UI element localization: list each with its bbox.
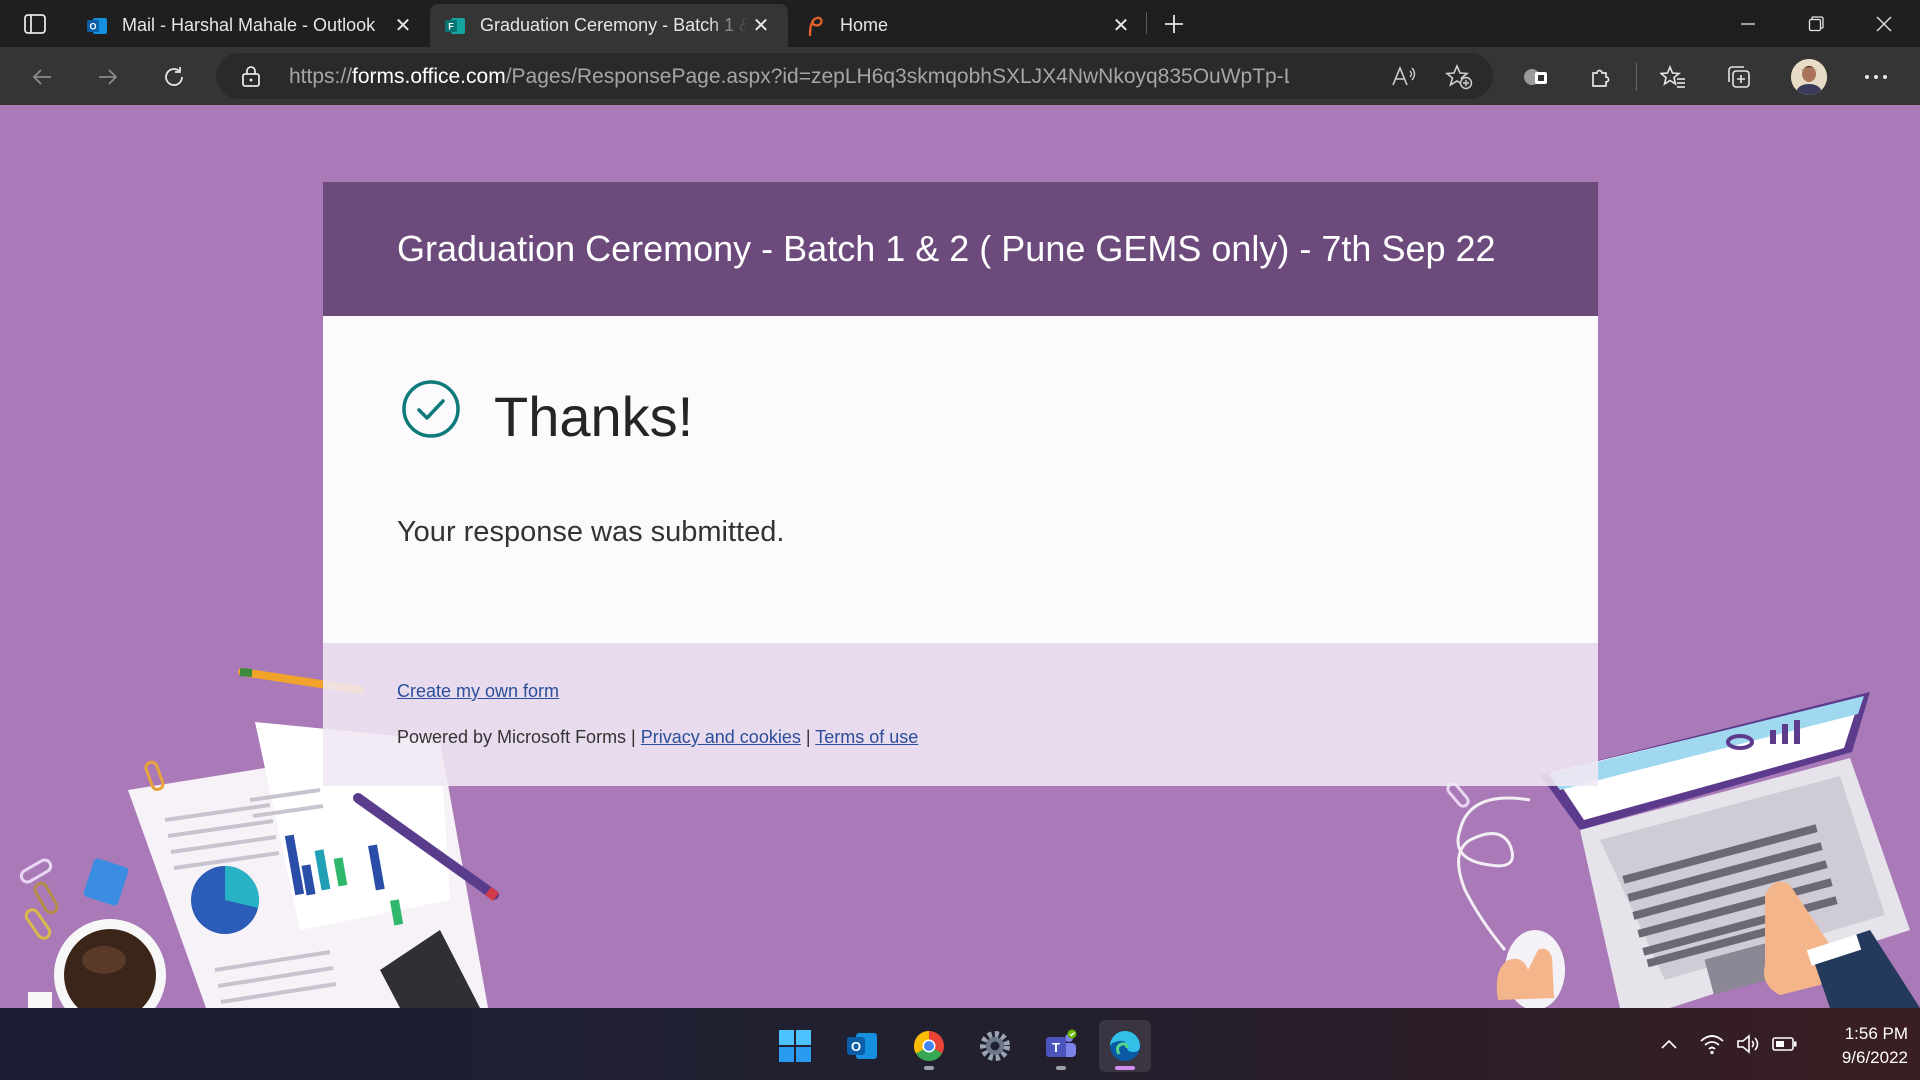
running-indicator bbox=[924, 1066, 934, 1070]
tab-forms-graduation[interactable]: F Graduation Ceremony - Batch 1 & 2 ✕ bbox=[430, 4, 788, 47]
windows-start-icon bbox=[779, 1030, 811, 1062]
tab-actions-icon[interactable] bbox=[18, 10, 52, 38]
form-footer: Create my own form Powered by Microsoft … bbox=[323, 643, 1598, 786]
tab-title: Home bbox=[840, 15, 889, 35]
svg-text:T: T bbox=[1052, 1040, 1060, 1055]
form-header: Graduation Ceremony - Batch 1 & 2 ( Pune… bbox=[323, 182, 1598, 316]
read-aloud-icon[interactable] bbox=[1390, 63, 1418, 91]
edge-icon bbox=[1110, 1031, 1140, 1061]
taskbar-settings[interactable] bbox=[969, 1020, 1021, 1072]
extensions-puzzle-icon[interactable] bbox=[1583, 59, 1619, 95]
forward-icon[interactable] bbox=[90, 59, 126, 95]
form-title: Graduation Ceremony - Batch 1 & 2 ( Pune… bbox=[397, 228, 1496, 269]
volume-icon[interactable] bbox=[1735, 1030, 1763, 1058]
back-icon[interactable] bbox=[24, 59, 60, 95]
browser-tab-strip: O Mail - Harshal Mahale - Outlook ✕ F Gr… bbox=[0, 0, 1920, 47]
create-form-link[interactable]: Create my own form bbox=[397, 681, 559, 702]
restore-icon[interactable] bbox=[1782, 0, 1850, 47]
collections-icon[interactable] bbox=[1721, 59, 1757, 95]
tab-divider bbox=[1146, 12, 1147, 34]
profile-avatar[interactable] bbox=[1791, 59, 1827, 95]
url-path: /Pages/ResponsePage.aspx?id=zepLH6q3skmq… bbox=[505, 65, 1289, 88]
more-options-icon[interactable] bbox=[1858, 59, 1894, 95]
url-prefix: https:// bbox=[289, 65, 353, 88]
close-tab-icon[interactable]: ✕ bbox=[748, 13, 774, 39]
wifi-icon[interactable] bbox=[1698, 1030, 1726, 1058]
battery-icon[interactable] bbox=[1771, 1030, 1799, 1058]
lock-icon[interactable] bbox=[238, 63, 264, 89]
terms-link[interactable]: Terms of use bbox=[815, 727, 918, 747]
outlook-icon: O bbox=[86, 15, 108, 37]
teams-icon: T bbox=[1046, 1029, 1077, 1057]
close-tab-icon[interactable]: ✕ bbox=[1108, 13, 1134, 39]
chrome-icon bbox=[913, 1031, 944, 1062]
svg-text:O: O bbox=[89, 21, 96, 31]
close-window-icon[interactable] bbox=[1850, 0, 1918, 47]
url-host: forms.office.com bbox=[352, 65, 506, 88]
toolbar-divider bbox=[1636, 63, 1637, 91]
svg-text:O: O bbox=[851, 1039, 861, 1054]
home-page-icon bbox=[804, 15, 826, 37]
chevron-up-icon[interactable] bbox=[1655, 1030, 1683, 1058]
taskbar-outlook[interactable]: O bbox=[836, 1020, 888, 1072]
start-button[interactable] bbox=[769, 1020, 821, 1072]
form-body: Thanks! Your response was submitted. bbox=[323, 316, 1598, 643]
running-indicator bbox=[1056, 1066, 1066, 1070]
browser-toolbar: https://forms.office.com/Pages/ResponseP… bbox=[0, 47, 1920, 105]
taskbar-teams[interactable]: T bbox=[1035, 1020, 1087, 1072]
close-tab-icon[interactable]: ✕ bbox=[390, 13, 416, 39]
powered-by-line: Powered by Microsoft Forms | Privacy and… bbox=[397, 727, 918, 748]
windows-taskbar: O T 1:56 PM 9/6/2022 bbox=[0, 1008, 1920, 1080]
clock-date: 9/6/2022 bbox=[1841, 1048, 1908, 1067]
url-text[interactable]: https://forms.office.com/Pages/ResponseP… bbox=[289, 65, 1289, 89]
system-clock[interactable]: 1:56 PM 9/6/2022 bbox=[1808, 1022, 1908, 1070]
tab-home[interactable]: Home ✕ bbox=[790, 4, 1148, 47]
new-tab-icon[interactable] bbox=[1158, 8, 1190, 40]
powered-by-text: Powered by Microsoft Forms | bbox=[397, 727, 636, 747]
thanks-heading: Thanks! bbox=[494, 385, 694, 448]
address-bar[interactable]: https://forms.office.com/Pages/ResponseP… bbox=[216, 53, 1493, 99]
check-circle-icon bbox=[402, 380, 460, 438]
refresh-icon[interactable] bbox=[156, 59, 192, 95]
active-indicator bbox=[1115, 1066, 1135, 1070]
favorites-icon[interactable] bbox=[1655, 59, 1691, 95]
forms-icon: F bbox=[444, 15, 466, 37]
tab-title: Mail - Harshal Mahale - Outlook bbox=[122, 15, 376, 35]
taskbar-chrome[interactable] bbox=[903, 1020, 955, 1072]
minimize-icon[interactable] bbox=[1714, 0, 1782, 47]
settings-icon bbox=[980, 1031, 1010, 1061]
response-submitted-message: Your response was submitted. bbox=[397, 516, 785, 548]
footer-separator: | bbox=[805, 727, 811, 747]
outlook-icon: O bbox=[847, 1033, 877, 1059]
tab-outlook-mail[interactable]: O Mail - Harshal Mahale - Outlook ✕ bbox=[72, 4, 430, 47]
tab-title: Graduation Ceremony - Batch 1 & 2 bbox=[480, 15, 748, 35]
add-favorite-icon[interactable] bbox=[1445, 63, 1473, 91]
clock-time: 1:56 PM bbox=[1844, 1024, 1908, 1043]
svg-text:F: F bbox=[448, 21, 454, 31]
taskbar-edge[interactable] bbox=[1099, 1020, 1151, 1072]
privacy-link[interactable]: Privacy and cookies bbox=[641, 727, 801, 747]
extension-icon[interactable] bbox=[1518, 59, 1554, 95]
